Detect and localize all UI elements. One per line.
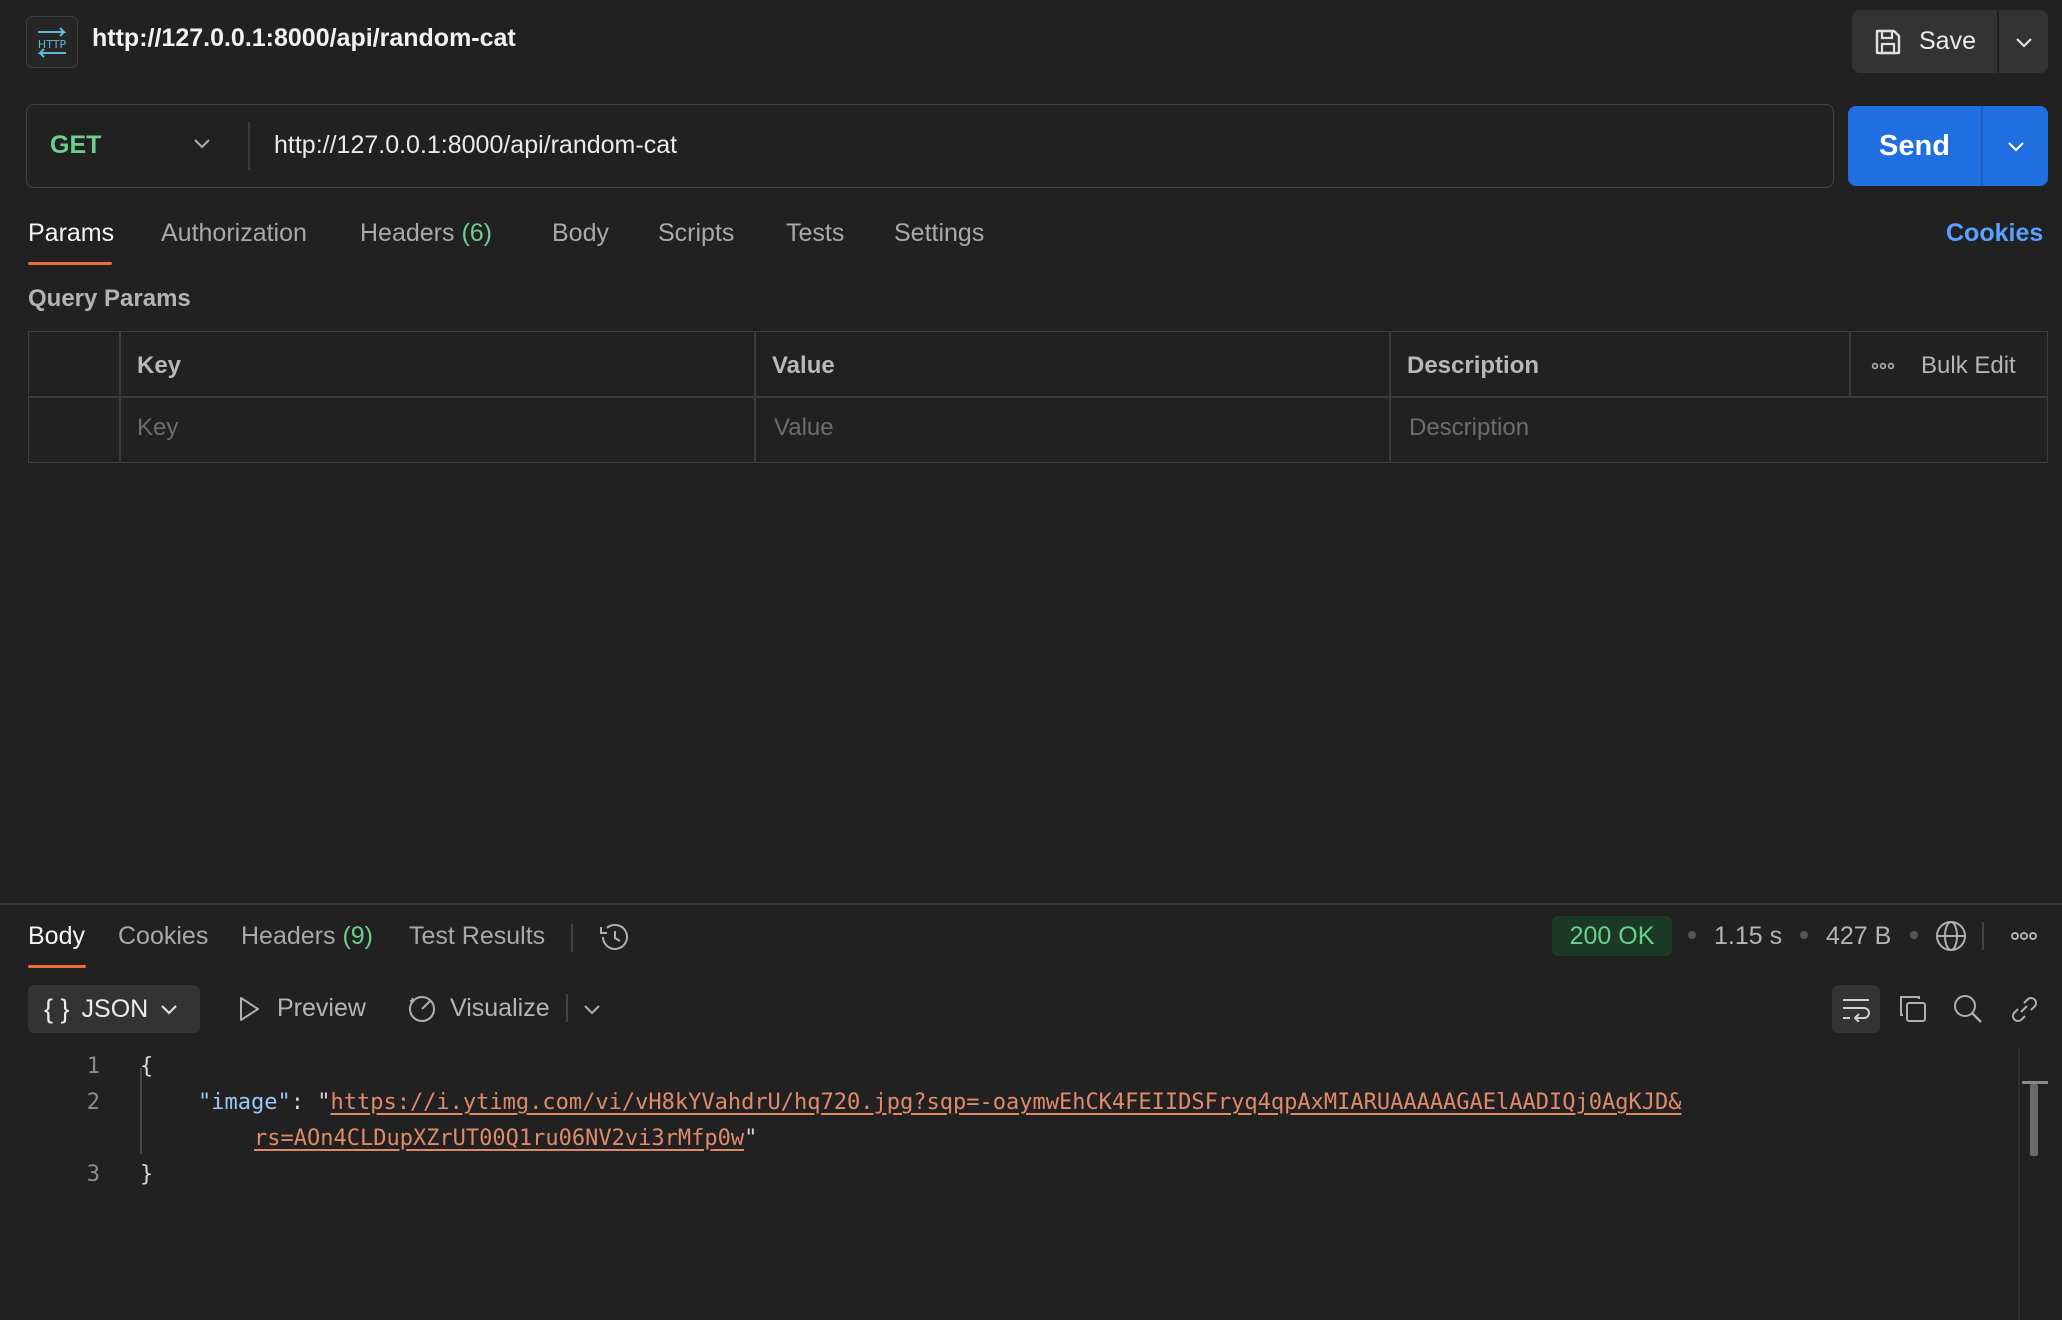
- query-params-table: Key Value Description Bulk Edit Key Valu…: [28, 331, 2048, 463]
- json-url-link[interactable]: rs=AOn4CLDupXZrUT00Q1ru06NV2vi3rMfp0w: [254, 1126, 744, 1151]
- tab-headers-count: (6): [461, 219, 493, 247]
- json-url-link[interactable]: https://i.ytimg.com/vi/vH8kYVahdrU/hq720…: [330, 1090, 1681, 1115]
- send-button-group: Send: [1848, 106, 2048, 186]
- table-divider: [29, 396, 2047, 398]
- line-number: 3: [86, 1162, 100, 1187]
- cookies-link[interactable]: Cookies: [1946, 219, 2043, 248]
- tab-scripts[interactable]: Scripts: [658, 219, 734, 248]
- active-tab-indicator: [28, 965, 86, 968]
- request-title[interactable]: http://127.0.0.1:8000/api/random-cat: [92, 24, 516, 53]
- json-close-brace: }: [140, 1162, 154, 1187]
- line-number: 2: [86, 1090, 100, 1115]
- chevron-down-icon[interactable]: [582, 1002, 602, 1016]
- tab-settings[interactable]: Settings: [894, 219, 984, 248]
- query-params-label: Query Params: [28, 285, 191, 312]
- json-key: "image": [198, 1090, 291, 1115]
- column-header-value: Value: [772, 352, 835, 379]
- scrollbar-thumb[interactable]: [2030, 1084, 2038, 1156]
- visualize-button[interactable]: Visualize: [450, 994, 550, 1023]
- scrollbar-track: [2018, 1048, 2020, 1320]
- save-button-group: Save: [1852, 10, 2048, 73]
- tab-authorization[interactable]: Authorization: [161, 219, 307, 248]
- json-line-wrapped: rs=AOn4CLDupXZrUT00Q1ru06NV2vi3rMfp0w": [254, 1126, 757, 1151]
- save-label: Save: [1919, 27, 1976, 55]
- param-description-input[interactable]: Description: [1409, 414, 1529, 442]
- response-time[interactable]: 1.15 s: [1714, 922, 1782, 951]
- json-line: "image": "https://i.ytimg.com/vi/vH8kYVa…: [198, 1090, 1681, 1115]
- response-tab-test-results[interactable]: Test Results: [409, 922, 545, 951]
- http-icon: HTTP: [26, 16, 78, 68]
- chevron-down-icon: [161, 1005, 178, 1015]
- http-badge-text: HTTP: [38, 38, 67, 51]
- param-key-input[interactable]: Key: [137, 414, 178, 442]
- tab-tests[interactable]: Tests: [786, 219, 844, 248]
- meta-separator: [1910, 931, 1918, 939]
- table-divider: [1849, 332, 1851, 396]
- tab-headers[interactable]: Headers (6): [360, 219, 492, 248]
- send-button[interactable]: Send: [1848, 106, 1981, 186]
- search-icon[interactable]: [1952, 993, 1984, 1025]
- visualize-icon[interactable]: [406, 992, 438, 1024]
- json-quote: ": [744, 1126, 758, 1151]
- more-icon[interactable]: [2010, 931, 2038, 941]
- indent-guide: [140, 1068, 142, 1154]
- format-select[interactable]: { } JSON: [28, 985, 200, 1033]
- format-label: JSON: [81, 994, 149, 1023]
- meta-separator: [1688, 931, 1696, 939]
- line-number: 1: [86, 1054, 100, 1079]
- save-button[interactable]: Save: [1852, 10, 1997, 73]
- pane-splitter[interactable]: [0, 903, 2062, 905]
- preview-button[interactable]: Preview: [277, 994, 366, 1023]
- send-options-button[interactable]: [1981, 106, 2048, 186]
- column-header-key: Key: [137, 352, 182, 379]
- more-icon[interactable]: [1871, 362, 1895, 370]
- table-divider: [754, 332, 756, 462]
- column-header-description: Description: [1407, 352, 1540, 379]
- link-icon[interactable]: [2008, 993, 2040, 1025]
- param-value-input[interactable]: Value: [774, 414, 834, 442]
- table-divider: [119, 332, 121, 462]
- save-options-button[interactable]: [1997, 10, 2048, 73]
- table-divider: [1389, 332, 1391, 462]
- url-divider: [248, 122, 250, 170]
- response-tab-headers-count: (9): [342, 922, 374, 950]
- history-icon[interactable]: [597, 921, 631, 953]
- globe-icon[interactable]: [1934, 919, 1968, 953]
- chevron-down-icon[interactable]: [192, 136, 212, 150]
- meta-separator: [1800, 931, 1808, 939]
- tab-headers-label: Headers: [360, 219, 455, 247]
- status-badge[interactable]: 200 OK: [1552, 916, 1672, 956]
- tab-body[interactable]: Body: [552, 219, 609, 248]
- url-input[interactable]: http://127.0.0.1:8000/api/random-cat: [274, 131, 677, 160]
- save-icon: [1873, 27, 1903, 57]
- tab-separator: [571, 924, 573, 952]
- response-tab-headers-label: Headers: [241, 922, 336, 950]
- chevron-down-icon: [2007, 142, 2024, 152]
- response-tab-headers[interactable]: Headers (9): [241, 922, 373, 951]
- copy-icon[interactable]: [1897, 993, 1929, 1025]
- response-tab-body[interactable]: Body: [28, 922, 85, 951]
- wrap-lines-icon[interactable]: [1832, 985, 1880, 1033]
- active-tab-indicator: [28, 262, 112, 265]
- chevron-down-icon: [2015, 37, 2032, 48]
- json-colon: :: [290, 1090, 304, 1115]
- meta-separator: [1982, 922, 1984, 950]
- response-tab-cookies[interactable]: Cookies: [118, 922, 208, 951]
- tab-params[interactable]: Params: [28, 219, 114, 248]
- bulk-edit-button[interactable]: Bulk Edit: [1921, 352, 2016, 380]
- play-icon[interactable]: [236, 995, 262, 1023]
- method-select[interactable]: GET: [50, 131, 101, 160]
- json-quote: ": [317, 1090, 331, 1115]
- response-size[interactable]: 427 B: [1826, 922, 1891, 951]
- braces-icon: { }: [44, 993, 70, 1024]
- toolbar-separator: [566, 994, 568, 1022]
